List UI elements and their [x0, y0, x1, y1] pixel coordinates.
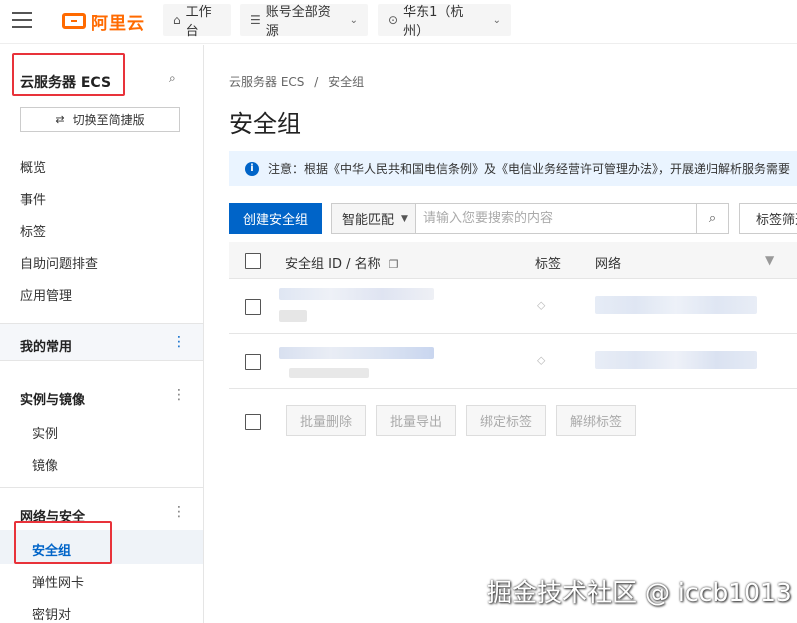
logo-mark-icon	[62, 13, 86, 29]
table-row: ⬦	[229, 279, 797, 334]
sidebar: 云服务器 ECS ⌕ ⇄ 切换至简捷版 概览 事件 标签 自助问题排查 应用管理…	[0, 45, 204, 623]
instances-images-heading[interactable]: 实例与镜像	[20, 389, 85, 408]
sidebar-item-events[interactable]: 事件	[20, 189, 46, 208]
breadcrumb: 云服务器 ECS / 安全组	[229, 73, 364, 90]
sidebar-item-overview[interactable]: 概览	[20, 157, 46, 176]
bulk-delete-button[interactable]: 批量删除	[286, 405, 366, 436]
column-id-name: 安全组 ID / 名称 ❐	[285, 253, 399, 272]
redacted-network	[595, 351, 757, 369]
create-security-group-button[interactable]: 创建安全组	[229, 203, 322, 234]
breadcrumb-separator: /	[314, 75, 319, 89]
tag-filter-button[interactable]: 标签筛选	[739, 203, 797, 234]
tag-icon[interactable]: ⬦	[537, 298, 545, 313]
highlight-box-title	[12, 53, 125, 96]
sidebar-item-tags[interactable]: 标签	[20, 221, 46, 240]
sidebar-item-troubleshoot[interactable]: 自助问题排查	[20, 253, 98, 272]
search-mode-label: 智能匹配	[342, 213, 395, 228]
redacted-id	[279, 347, 434, 359]
table-header: 安全组 ID / 名称 ❐ 标签 网络 ▼	[229, 242, 797, 279]
row-checkbox[interactable]	[245, 354, 261, 370]
tag-icon[interactable]: ⬦	[537, 353, 545, 368]
switch-simple-button[interactable]: ⇄ 切换至简捷版	[20, 107, 180, 132]
unbind-tags-button[interactable]: 解绑标签	[556, 405, 636, 436]
highlight-box-security-group	[14, 521, 112, 564]
search-icon[interactable]: ⌕	[169, 71, 176, 86]
divider	[0, 360, 203, 361]
caret-down-icon: ▼	[401, 213, 408, 224]
top-navigation-bar: 阿里云 ⌂ 工作台 ☰ 账号全部资源 ⌄ ⊙ 华东1（杭州） ⌄	[0, 0, 797, 44]
kebab-icon[interactable]: ⋮	[172, 504, 186, 520]
workbench-button[interactable]: ⌂ 工作台	[163, 4, 231, 39]
redacted-name	[279, 310, 307, 322]
aliyun-logo[interactable]: 阿里云	[62, 10, 145, 34]
resources-dropdown[interactable]: ☰ 账号全部资源 ⌄	[240, 4, 368, 39]
page-title: 安全组	[229, 110, 301, 138]
row-checkbox[interactable]	[245, 299, 261, 315]
list-icon: ☰	[250, 13, 261, 27]
sidebar-item-app-management[interactable]: 应用管理	[20, 285, 72, 304]
chevron-down-icon: ⌄	[492, 14, 501, 26]
sidebar-item-images[interactable]: 镜像	[32, 455, 58, 474]
divider	[0, 487, 203, 488]
notice-banner: i 注意：根据《中华人民共和国电信条例》及《电信业务经营许可管理办法》，开展递归…	[229, 151, 797, 186]
workbench-label: 工作台	[185, 5, 212, 39]
location-icon: ⊙	[388, 13, 399, 27]
kebab-icon[interactable]: ⋮	[172, 387, 186, 403]
notice-text: 注意：根据《中华人民共和国电信条例》及《电信业务经营许可管理办法》，开展递归解析…	[268, 162, 791, 176]
column-id-name-label: 安全组 ID / 名称	[285, 257, 381, 272]
logo-text: 阿里云	[91, 13, 145, 34]
search-icon[interactable]: ⌕	[696, 204, 728, 233]
bind-tags-button[interactable]: 绑定标签	[466, 405, 546, 436]
copy-icon[interactable]: ❐	[389, 258, 399, 271]
sidebar-item-instances[interactable]: 实例	[32, 423, 58, 442]
redacted-network	[595, 296, 757, 314]
breadcrumb-current: 安全组	[328, 75, 365, 89]
redacted-name	[289, 368, 369, 378]
chevron-down-icon: ⌄	[349, 14, 358, 26]
swap-icon: ⇄	[55, 113, 65, 126]
switch-label: 切换至简捷版	[72, 113, 145, 127]
home-icon: ⌂	[173, 13, 181, 27]
sidebar-item-eni[interactable]: 弹性网卡	[32, 572, 84, 591]
region-dropdown[interactable]: ⊙ 华东1（杭州） ⌄	[378, 4, 511, 39]
redacted-id	[279, 288, 434, 300]
search-bar: 智能匹配 ▼ ⌕	[331, 203, 729, 234]
table-row: ⬦	[229, 334, 797, 389]
info-icon: i	[245, 161, 259, 176]
search-input[interactable]	[416, 204, 696, 233]
menu-icon[interactable]	[12, 12, 32, 28]
bulk-select-checkbox[interactable]	[245, 414, 261, 430]
bulk-export-button[interactable]: 批量导出	[376, 405, 456, 436]
region-label: 华东1（杭州）	[403, 5, 464, 39]
breadcrumb-root[interactable]: 云服务器 ECS	[229, 75, 304, 89]
sidebar-item-keypair[interactable]: 密钥对	[32, 604, 71, 623]
filter-icon[interactable]: ▼	[765, 253, 774, 267]
search-mode-select[interactable]: 智能匹配 ▼	[332, 204, 416, 233]
column-network: 网络	[595, 257, 622, 272]
watermark-text: 掘金技术社区 @ iccb1013	[487, 578, 792, 607]
select-all-checkbox[interactable]	[245, 253, 261, 269]
kebab-icon[interactable]: ⋮	[172, 334, 186, 350]
column-tags: 标签	[535, 257, 562, 272]
favorites-heading[interactable]: 我的常用	[20, 336, 72, 355]
resources-label: 账号全部资源	[265, 5, 331, 39]
